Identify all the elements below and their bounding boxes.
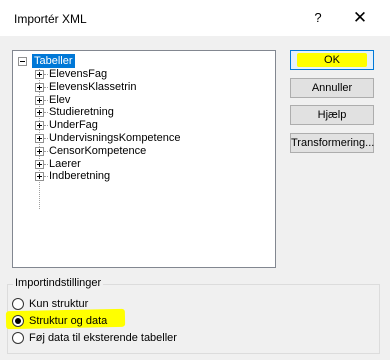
expand-icon[interactable] [35, 133, 44, 143]
tree-connector [44, 74, 48, 75]
tree-connector [44, 112, 48, 114]
expand-icon[interactable] [35, 95, 44, 105]
window-title: Importér XML [14, 12, 87, 26]
radio-button-icon[interactable] [12, 332, 24, 344]
tree-item-label[interactable]: ElevensKlassetrin [49, 81, 136, 94]
help-icon[interactable]: ? [303, 10, 333, 28]
radio-button-checked-icon[interactable] [12, 315, 24, 327]
expand-icon[interactable] [35, 159, 44, 169]
tree-view[interactable]: Tabeller ElevensFag ElevensKlassetrin El… [12, 50, 276, 268]
help-button-label: Hjælp [317, 109, 347, 121]
radio-label[interactable]: Føj data til eksterende tabeller [29, 331, 177, 345]
tree-connector [44, 163, 48, 165]
expand-icon[interactable] [35, 108, 44, 118]
tree-item-label[interactable]: Indberetning [49, 170, 110, 183]
tree-item-label[interactable]: UndervisningsKompetence [49, 132, 180, 145]
transform-button-label: Transformering... [291, 137, 375, 149]
tree-connector [44, 99, 48, 101]
tree-connector [44, 176, 48, 178]
expand-icon[interactable] [35, 172, 44, 182]
cancel-button-label: Annuller [311, 82, 353, 94]
expand-icon[interactable] [35, 121, 44, 131]
collapse-icon[interactable] [18, 57, 27, 66]
tree-connector [44, 86, 48, 88]
expand-icon[interactable] [35, 70, 44, 79]
import-settings-title: Importindstillinger [13, 277, 104, 289]
tree-connector [44, 150, 48, 152]
tree-connector [44, 137, 48, 139]
ok-button[interactable]: OK [290, 50, 374, 70]
tree-item-label[interactable]: CensorKompetence [49, 145, 146, 158]
ok-button-label: OK [324, 54, 340, 66]
close-icon[interactable]: ✕ [340, 7, 380, 29]
transform-button[interactable]: Transformering... [290, 133, 374, 153]
radio-label[interactable]: Kun struktur [29, 297, 88, 311]
title-bar: Importér XML ? ✕ [0, 0, 390, 36]
expand-icon[interactable] [35, 146, 44, 156]
cancel-button[interactable]: Annuller [290, 78, 374, 98]
help-button[interactable]: Hjælp [290, 105, 374, 125]
tree-item-label[interactable]: UnderFag [49, 119, 98, 132]
tree-item-label[interactable]: Studieretning [49, 106, 114, 119]
tree-connector [44, 125, 48, 127]
expand-icon[interactable] [35, 82, 44, 92]
tree-item-label[interactable]: ElevensFag [49, 68, 107, 81]
tree-item-label[interactable]: Laerer [49, 158, 81, 171]
radio-label[interactable]: Struktur og data [29, 314, 107, 328]
radio-button-icon[interactable] [12, 298, 24, 310]
tree-item-label[interactable]: Elev [49, 94, 70, 107]
tree-root-label[interactable]: Tabeller [32, 54, 75, 68]
